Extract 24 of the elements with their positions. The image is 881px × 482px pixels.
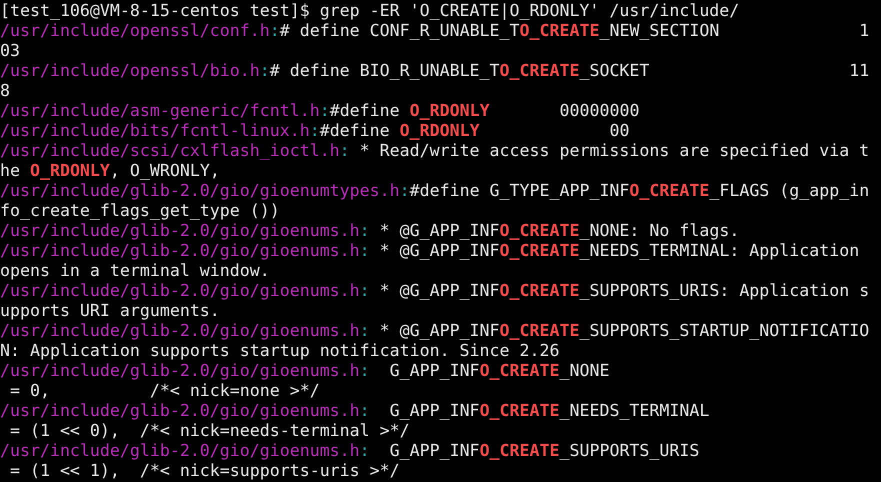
terminal-line: opens in a terminal window. <box>0 261 270 281</box>
terminal-line: /usr/include/asm-generic/fcntl.h:#define O_RDONLY 00000000 <box>0 101 640 121</box>
terminal-line: /usr/include/glib-2.0/gio/gioenums.h: * @G_APP_INFO_CREATE_NONE: No flags. <box>0 221 740 241</box>
terminal-line: upports URI arguments. <box>0 301 220 321</box>
terminal-line: N: Application supports startup notification. Since 2.26 <box>0 341 560 361</box>
terminal-line: = 0, /*< nick=none >*/ <box>8 381 320 401</box>
terminal-line: /usr/include/glib-2.0/gio/gioenums.h: G_APP_INFO_CREATE_NEEDS_TERMINAL <box>0 401 710 421</box>
terminal-line: /usr/include/glib-2.0/gio/gioenums.h: G_APP_INFO_CREATE_NONE <box>0 361 610 381</box>
terminal-line: = (1 << 0), /*< nick=needs-terminal >*/ <box>8 421 410 441</box>
terminal-line: [test_106@VM-8-15-centos test]$ grep -ER 'O_CREATE|O_RDONLY' /usr/include/ <box>0 1 740 21</box>
terminal-line: /usr/include/glib-2.0/gio/gioenums.h: * @G_APP_INFO_CREATE_NEEDS_TERMINAL: Application <box>0 241 860 261</box>
terminal-line: he O_RDONLY, O_WRONLY, <box>0 161 220 181</box>
terminal-line: /usr/include/glib-2.0/gio/gioenums.h: * @G_APP_INFO_CREATE_SUPPORTS_URIS: Application s <box>0 281 870 301</box>
terminal-line: /usr/include/bits/fcntl-linux.h:#define O_RDONLY 00 <box>0 121 630 141</box>
terminal-line: 03 <box>0 41 20 61</box>
terminal-line: /usr/include/openssl/bio.h:# define BIO_R_UNABLE_TO_CREATE_SOCKET 11 <box>0 61 870 81</box>
terminal-line: /usr/include/glib-2.0/gio/gioenums.h: * @G_APP_INFO_CREATE_SUPPORTS_STARTUP_NOTIFICATIO <box>0 321 870 341</box>
terminal-line: = (1 << 1), /*< nick=supports-uris >*/ <box>8 461 400 481</box>
terminal-line: /usr/include/openssl/conf.h:# define CONF_R_UNABLE_TO_CREATE_NEW_SECTION 1 <box>0 21 870 41</box>
terminal-line: 8 <box>0 81 10 101</box>
terminal-line: /usr/include/scsi/cxlflash_ioctl.h: * Read/write access permissions are specified via t <box>0 141 870 161</box>
terminal-line: /usr/include/glib-2.0/gio/gioenums.h: G_APP_INFO_CREATE_SUPPORTS_URIS <box>0 441 700 461</box>
terminal-line: /usr/include/glib-2.0/gio/gioenumtypes.h:#define G_TYPE_APP_INFO_CREATE_FLAGS (g_app_in <box>0 181 870 201</box>
terminal-line: fo_create_flags_get_type ()) <box>0 201 280 221</box>
